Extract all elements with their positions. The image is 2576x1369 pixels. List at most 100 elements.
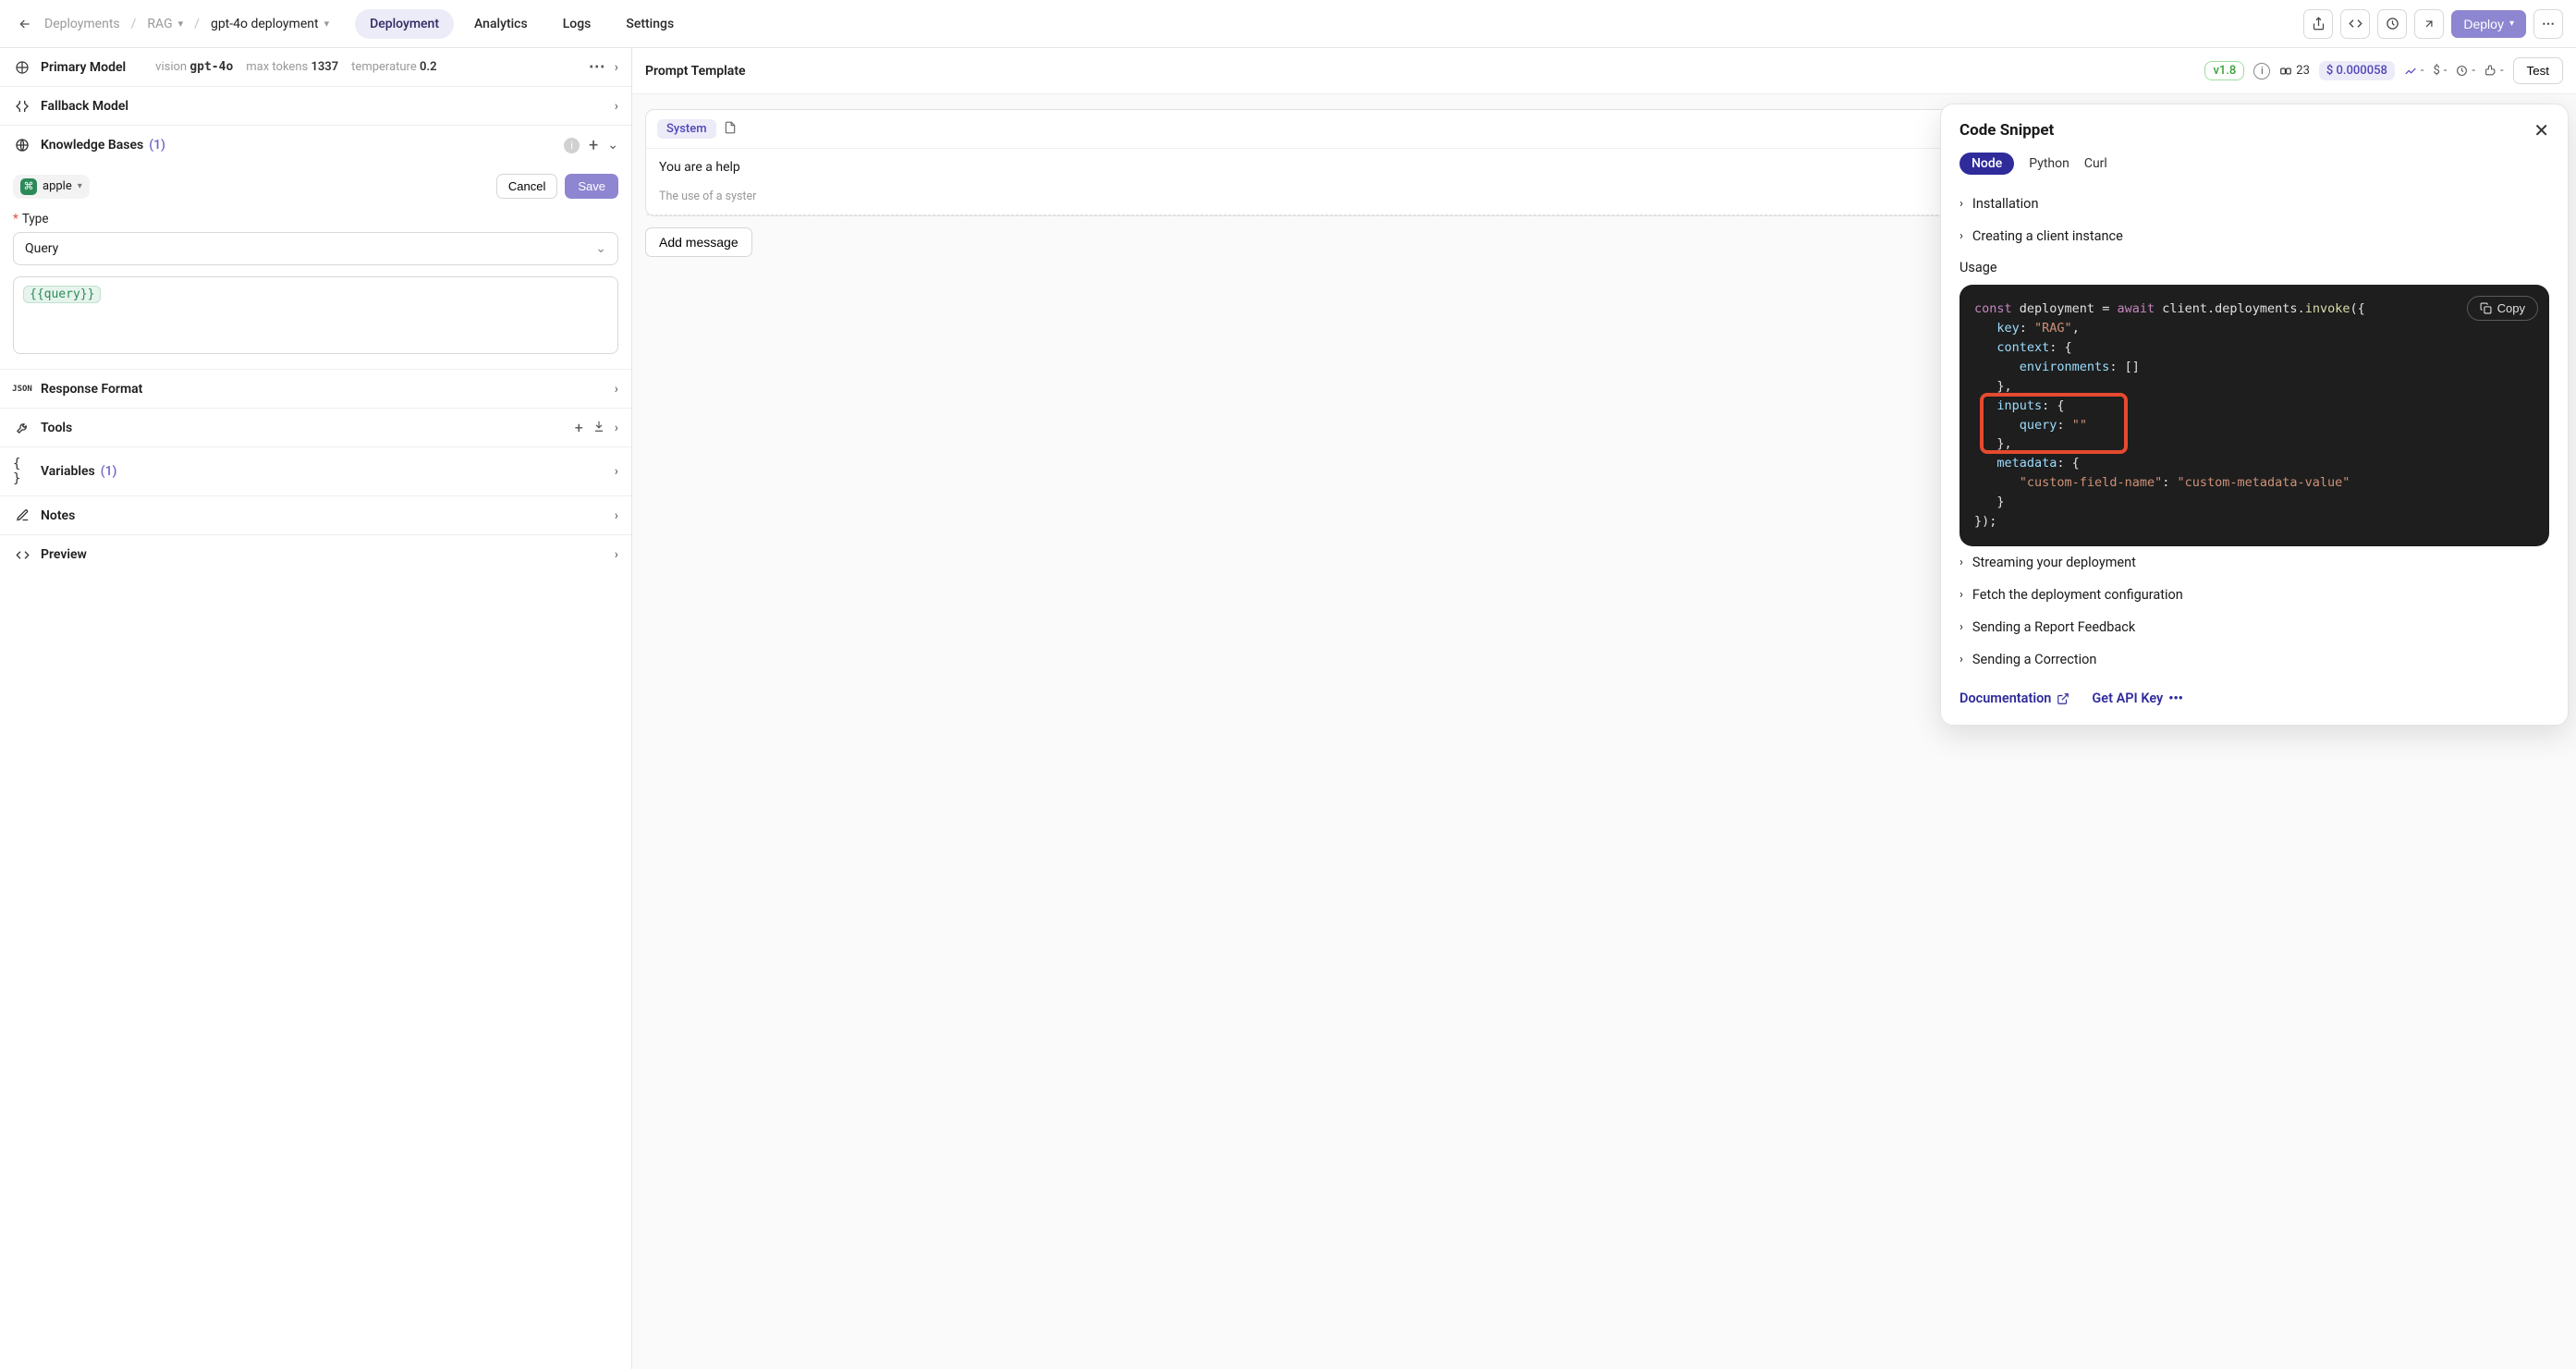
crumb-deployment[interactable]: gpt-4o deployment ▾ bbox=[211, 17, 329, 31]
query-textarea[interactable]: {{query}} bbox=[13, 276, 618, 354]
section-knowledge-bases[interactable]: Knowledge Bases (1) i + ⌄ bbox=[0, 126, 631, 165]
section-response-format[interactable]: JSON Response Format › bbox=[0, 370, 631, 409]
note-icon bbox=[13, 508, 31, 522]
open-external-icon[interactable] bbox=[2414, 9, 2444, 39]
chevron-right-icon[interactable]: › bbox=[615, 508, 618, 523]
crumb-project[interactable]: RAG ▾ bbox=[147, 17, 183, 31]
plus-icon[interactable]: + bbox=[575, 419, 583, 436]
save-button[interactable]: Save bbox=[565, 174, 618, 199]
chevron-right-icon[interactable]: › bbox=[615, 99, 618, 114]
acc-report[interactable]: › Sending a Report Feedback bbox=[1959, 611, 2549, 643]
code-token: key bbox=[1996, 321, 2019, 336]
code-token: : { bbox=[2049, 340, 2071, 355]
section-fallback-model[interactable]: Fallback Model › bbox=[0, 87, 631, 126]
crumb-project-label: RAG bbox=[147, 17, 172, 31]
documentation-link[interactable]: Documentation bbox=[1959, 691, 2069, 706]
crumb-deployments-label: Deployments bbox=[44, 17, 120, 31]
token-count-value: 23 bbox=[2296, 64, 2310, 78]
popover-footer: Documentation Get API Key ••• bbox=[1959, 691, 2549, 706]
lang-tab-node[interactable]: Node bbox=[1959, 153, 2014, 175]
acc-installation[interactable]: › Installation bbox=[1959, 188, 2549, 220]
vision-value: gpt-4o bbox=[189, 60, 233, 74]
chevron-right-icon[interactable]: › bbox=[615, 547, 618, 562]
test-button[interactable]: Test bbox=[2513, 57, 2563, 84]
code-token: : bbox=[2162, 475, 2177, 490]
right-panel: Prompt Template v1.8 i 23 $ 0.000058 - $… bbox=[632, 48, 2576, 1369]
tab-deployment[interactable]: Deployment bbox=[355, 9, 454, 39]
code-token: }); bbox=[1974, 514, 1996, 529]
section-notes[interactable]: Notes › bbox=[0, 496, 631, 535]
version-pill[interactable]: v1.8 bbox=[2204, 61, 2244, 80]
history-icon[interactable] bbox=[2377, 9, 2407, 39]
kb-title: Knowledge Bases bbox=[41, 138, 143, 153]
code-token: : bbox=[2020, 321, 2034, 336]
acc-creating-label: Creating a client instance bbox=[1972, 228, 2123, 244]
acc-fetch[interactable]: › Fetch the deployment configuration bbox=[1959, 579, 2549, 611]
stat-dash: - bbox=[2472, 64, 2475, 78]
system-pill[interactable]: System bbox=[657, 119, 716, 139]
acc-streaming[interactable]: › Streaming your deployment bbox=[1959, 546, 2549, 579]
highlight-box bbox=[1980, 393, 2128, 454]
acc-installation-label: Installation bbox=[1972, 196, 2039, 212]
get-api-key-link[interactable]: Get API Key ••• bbox=[2092, 691, 2182, 706]
code-token: "custom-metadata-value" bbox=[2177, 475, 2350, 490]
top-right-actions: Deploy ▾ ⋯ bbox=[2303, 9, 2563, 39]
file-icon[interactable] bbox=[724, 121, 737, 138]
plus-icon[interactable]: + bbox=[589, 136, 598, 155]
chevron-down-icon: ▾ bbox=[78, 181, 82, 191]
download-icon[interactable] bbox=[592, 420, 605, 436]
section-tools[interactable]: Tools + › bbox=[0, 409, 631, 447]
cost-pill: $ 0.000058 bbox=[2319, 61, 2395, 80]
chevron-right-icon[interactable]: › bbox=[615, 464, 618, 479]
fallback-model-title: Fallback Model bbox=[41, 99, 128, 114]
code-token: "custom-field-name" bbox=[2020, 475, 2162, 490]
more-horizontal-icon[interactable]: ⋯ bbox=[589, 57, 605, 77]
info-muted-icon[interactable]: i bbox=[564, 138, 580, 153]
close-icon[interactable]: ✕ bbox=[2533, 121, 2549, 140]
acc-creating-client[interactable]: › Creating a client instance bbox=[1959, 220, 2549, 252]
lang-tabs: Node Python Curl bbox=[1959, 153, 2549, 175]
tab-analytics[interactable]: Analytics bbox=[459, 9, 543, 39]
code-token: } bbox=[1996, 495, 2004, 509]
breadcrumb: Deployments / RAG ▾ / gpt-4o deployment … bbox=[13, 12, 329, 36]
code-icon[interactable] bbox=[2340, 9, 2370, 39]
acc-fetch-label: Fetch the deployment configuration bbox=[1972, 587, 2183, 603]
code-token: ({ bbox=[2350, 301, 2364, 316]
code-token: }, bbox=[1996, 379, 2011, 394]
section-primary-model[interactable]: Primary Model vision gpt-4o max tokens 1… bbox=[0, 48, 631, 87]
cancel-button[interactable]: Cancel bbox=[496, 174, 557, 199]
section-variables[interactable]: { } Variables (1) › bbox=[0, 447, 631, 496]
chevron-right-icon[interactable]: › bbox=[615, 421, 618, 435]
kb-chip-apple[interactable]: ⌘ apple ▾ bbox=[13, 175, 90, 199]
back-button[interactable] bbox=[13, 12, 37, 36]
code-token: "RAG" bbox=[2034, 321, 2072, 336]
add-message-button[interactable]: Add message bbox=[645, 227, 752, 257]
chevron-right-icon[interactable]: › bbox=[615, 382, 618, 397]
lang-tab-python[interactable]: Python bbox=[2029, 153, 2069, 175]
type-label: * Type bbox=[13, 212, 618, 226]
crumb-deployments[interactable]: Deployments bbox=[44, 17, 120, 31]
caret-down-icon: ▾ bbox=[2509, 18, 2514, 29]
stat-latency: - bbox=[2404, 64, 2424, 78]
variable-chip-query: {{query}} bbox=[23, 286, 101, 303]
acc-correction[interactable]: › Sending a Correction bbox=[1959, 643, 2549, 676]
deploy-button[interactable]: Deploy ▾ bbox=[2451, 10, 2526, 38]
chevron-down-icon[interactable]: ⌄ bbox=[607, 138, 618, 153]
type-select[interactable]: Query ⌄ bbox=[13, 232, 618, 265]
tab-logs[interactable]: Logs bbox=[548, 9, 606, 39]
prompt-top-row: Prompt Template v1.8 i 23 $ 0.000058 - $… bbox=[632, 48, 2576, 94]
share-icon[interactable] bbox=[2303, 9, 2333, 39]
fallback-icon bbox=[13, 99, 31, 114]
primary-model-meta: vision gpt-4o max tokens 1337 temperatur… bbox=[155, 60, 436, 74]
more-icon[interactable]: ⋯ bbox=[2533, 9, 2563, 39]
lang-tab-curl[interactable]: Curl bbox=[2084, 153, 2107, 175]
json-icon: JSON bbox=[13, 385, 31, 394]
chevron-right-icon[interactable]: › bbox=[615, 60, 618, 75]
tab-settings[interactable]: Settings bbox=[611, 9, 689, 39]
code-token: , bbox=[2072, 321, 2080, 336]
tools-title: Tools bbox=[41, 421, 72, 435]
code-token: const bbox=[1974, 301, 2012, 316]
maxtok-value: 1337 bbox=[311, 60, 338, 74]
section-preview[interactable]: Preview › bbox=[0, 535, 631, 574]
info-icon[interactable]: i bbox=[2253, 63, 2270, 79]
